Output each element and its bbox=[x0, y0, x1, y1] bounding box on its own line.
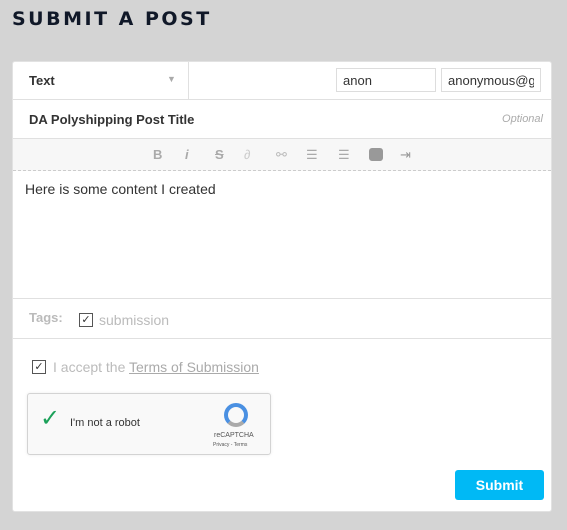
indent-icon[interactable]: ⇥ bbox=[400, 147, 411, 163]
title-input[interactable]: DA Polyshipping Post Title bbox=[29, 112, 194, 127]
submit-button[interactable]: Submit bbox=[455, 470, 544, 500]
bullet-list-icon[interactable]: ☰ bbox=[338, 147, 350, 163]
page-title: SUBMIT A POST bbox=[12, 8, 212, 30]
name-input[interactable] bbox=[336, 68, 436, 92]
checkmark-icon: ✓ bbox=[40, 405, 61, 432]
post-type-select[interactable]: Text ▼ bbox=[13, 62, 189, 99]
tags-row: Tags: ✓ submission bbox=[13, 299, 551, 339]
editor-content[interactable]: Here is some content I created bbox=[25, 181, 216, 197]
ordered-list-icon[interactable]: ☰ bbox=[306, 147, 318, 163]
recaptcha-widget[interactable]: ✓ I'm not a robot reCAPTCHA Privacy - Te… bbox=[27, 393, 271, 455]
recaptcha-logo-icon bbox=[224, 403, 248, 427]
terms-checkbox[interactable]: ✓ bbox=[32, 360, 46, 374]
optional-hint: Optional bbox=[502, 113, 543, 125]
title-row[interactable]: DA Polyshipping Post Title Optional bbox=[13, 100, 551, 139]
email-input[interactable] bbox=[441, 68, 541, 92]
recaptcha-links[interactable]: Privacy - Terms bbox=[213, 442, 247, 448]
tag-checkbox[interactable]: ✓ bbox=[79, 313, 93, 327]
recaptcha-brand: reCAPTCHA bbox=[214, 432, 254, 439]
post-type-value: Text bbox=[29, 73, 55, 88]
bold-button[interactable]: B bbox=[153, 147, 162, 162]
image-icon[interactable] bbox=[369, 148, 383, 161]
tag-label: submission bbox=[99, 312, 170, 328]
terms-prefix: I accept the bbox=[53, 359, 130, 375]
terms-link[interactable]: Terms of Submission bbox=[129, 359, 259, 375]
post-form: Text ▼ DA Polyshipping Post Title Option… bbox=[12, 61, 552, 512]
tags-label: Tags: bbox=[29, 310, 63, 325]
unlink-icon[interactable]: ⚯ bbox=[276, 147, 287, 163]
terms-label: I accept the Terms of Submission bbox=[53, 359, 259, 375]
strikethrough-button[interactable]: S bbox=[215, 147, 224, 162]
chevron-down-icon: ▼ bbox=[167, 74, 176, 84]
editor-toolbar: B i S ∂ ⚯ ☰ ☰ ⇥ bbox=[13, 139, 551, 171]
header-row: Text ▼ bbox=[13, 62, 551, 100]
link-icon[interactable]: ∂ bbox=[244, 147, 250, 162]
editor-body[interactable]: Here is some content I created bbox=[13, 171, 551, 299]
italic-button[interactable]: i bbox=[185, 147, 189, 162]
recaptcha-label: I'm not a robot bbox=[70, 417, 140, 429]
